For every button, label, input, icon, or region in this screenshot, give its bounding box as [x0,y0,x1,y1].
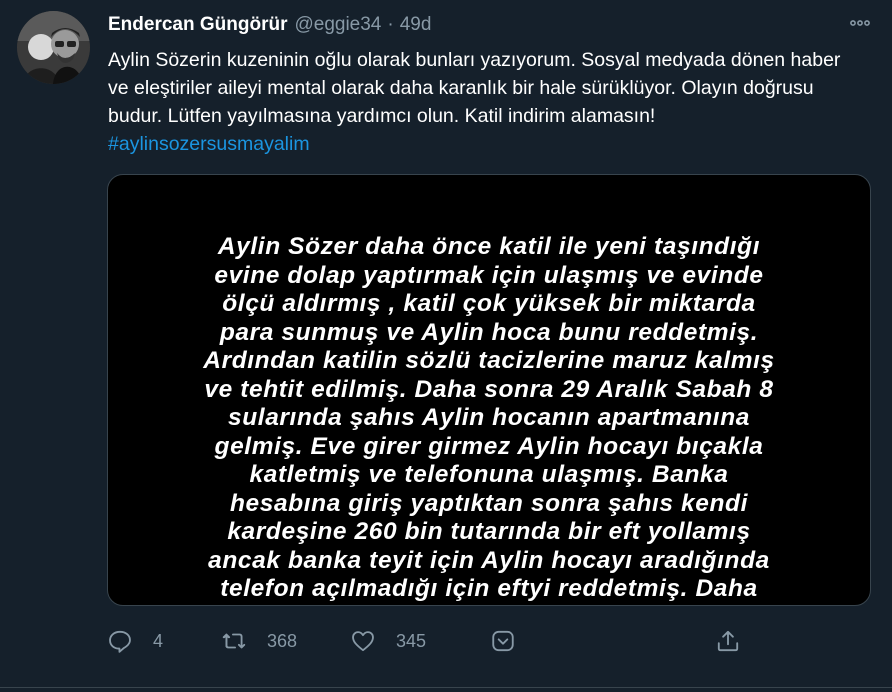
image-text-line: para sunmuş ve Aylin hoca bunu reddetmiş… [219,318,759,346]
more-options-button[interactable] [846,11,874,35]
like-button[interactable]: 345 [350,628,426,654]
reply-button[interactable]: 4 [107,628,163,654]
retweet-button[interactable]: 368 [221,628,297,654]
tweet-text-content: Aylin Sözerin kuzeninin oğlu olarak bunl… [108,49,841,127]
image-text-line: sularında şahıs Aylin hocanın apartmanın… [228,404,750,431]
image-text-line: telefon açılmadığı için eftyi reddetmiş.… [220,575,758,602]
tweet-divider [0,687,892,688]
tweet-media-image[interactable]: Aylin Sözer daha önce katil ile yeni taş… [107,174,871,606]
heart-icon [352,631,374,652]
separator-dot: · [387,14,394,35]
image-text-line: gelmiş. Eve girer girmez Aylin hocayı bı… [214,432,764,460]
image-text-line: katletmiş ve telefonuna ulaşmış. Banka [249,461,729,488]
reply-icon [109,630,131,653]
share-menu-button[interactable] [490,628,516,654]
author-handle[interactable]: @eggie34 [294,14,381,36]
author-name[interactable]: Endercan Güngörür [108,14,287,36]
retweet-count: 368 [267,630,298,651]
retweet-icon [222,633,246,649]
image-text-line: ölçü aldırmış , katil çok yüksek bir mik… [222,290,756,317]
like-count: 345 [396,630,427,651]
hashtag-link[interactable]: #aylinsozersusmayalim [108,133,310,155]
avatar-image [17,11,90,84]
timestamp[interactable]: 49d [400,14,432,36]
image-text-line: ve tehtit edilmiş. Daha sonra 29 Aralık … [204,375,774,403]
tweet-actions: 4 368 345 [107,628,867,660]
share-dropdown-icon [492,630,514,652]
reply-count: 4 [153,630,164,651]
image-text-line: Aylin Sözer daha önce katil ile yeni taş… [217,233,761,260]
image-text-line: kardeşine 260 bin tutarında bir eft yoll… [227,518,751,545]
more-horizontal-icon [850,20,870,26]
avatar[interactable] [17,11,90,84]
image-text-line: evine dolap yaptırmak için ulaşmış ve ev… [214,261,764,289]
image-text-block: Aylin Sözer daha önce katil ile yeni taş… [108,233,870,604]
image-text-line: Ardından katilin sözlü tacizlerine maruz… [203,347,775,374]
tweet-text: Aylin Sözerin kuzeninin oğlu olarak bunl… [108,46,848,158]
tweet[interactable]: Endercan Güngörür @eggie34 · 49d Aylin S… [0,0,892,692]
tweet-header: Endercan Güngörür @eggie34 · 49d [108,14,431,36]
share-button[interactable] [715,628,741,654]
upload-icon [717,630,739,652]
image-text-line: ancak banka teyit için Aylin hocayı arad… [208,546,770,574]
image-text-line: hesabına giriş yaptıktan sonra şahıs ken… [229,489,749,517]
